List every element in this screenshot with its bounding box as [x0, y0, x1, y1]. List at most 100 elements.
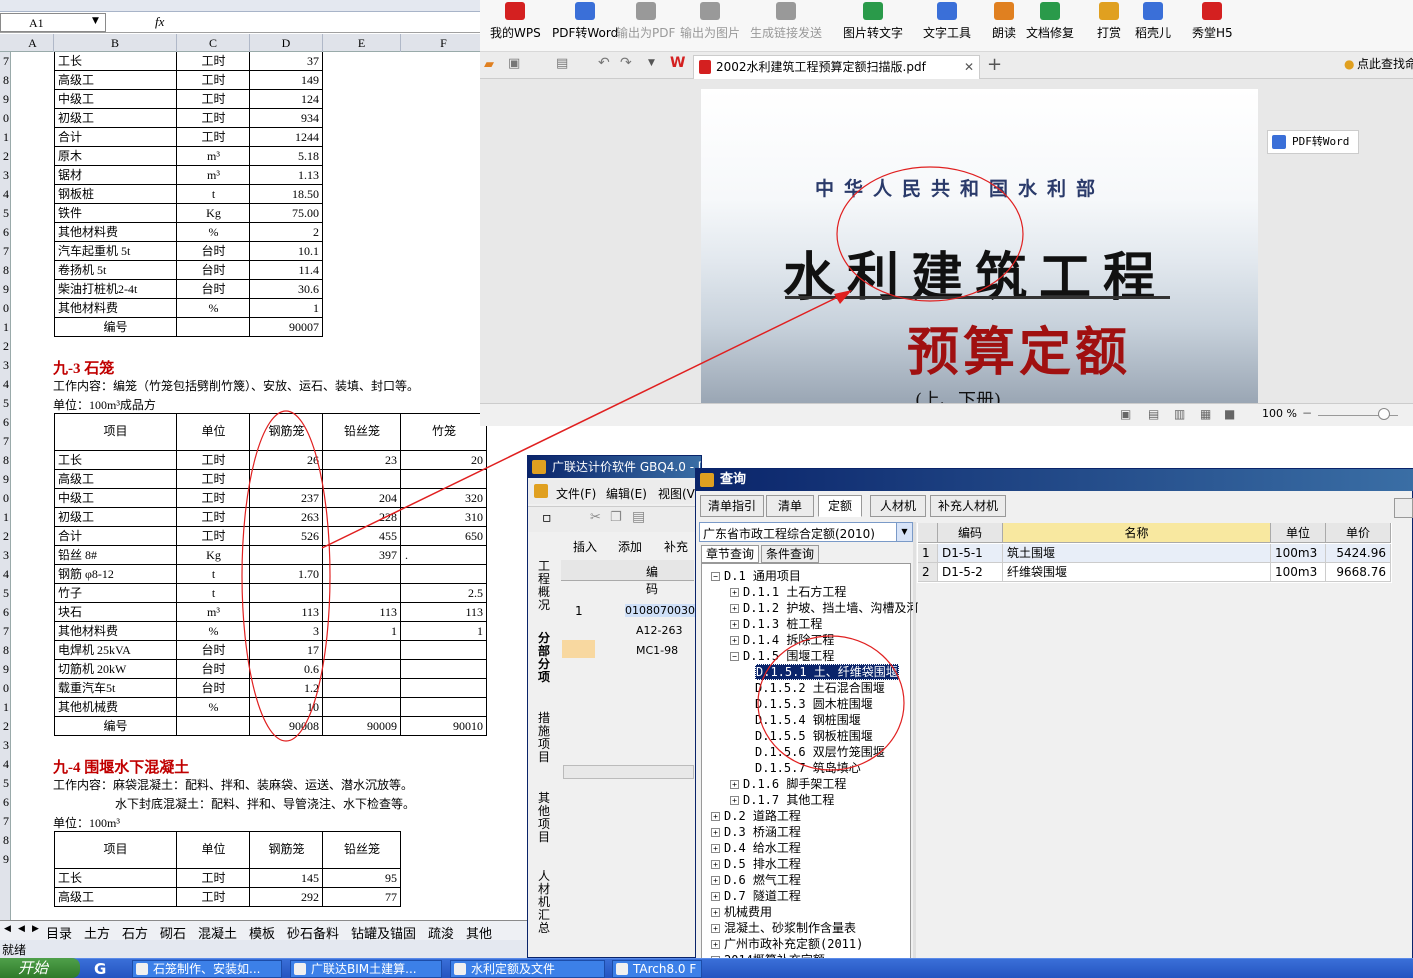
prev-sheet-icon[interactable]: ◀: [18, 923, 25, 934]
ribbon-button[interactable]: 文字工具: [923, 2, 971, 41]
table-cell[interactable]: 95: [323, 869, 401, 888]
grid-cell[interactable]: 1: [918, 544, 938, 563]
expand-icon[interactable]: +: [730, 620, 739, 629]
table-cell[interactable]: 1.13: [250, 166, 323, 185]
table-cell[interactable]: [250, 470, 323, 489]
table-cell[interactable]: [401, 660, 487, 679]
table-cell[interactable]: [250, 584, 323, 603]
table-cell[interactable]: 工时: [177, 508, 250, 527]
table-cell[interactable]: %: [177, 698, 250, 717]
next-sheet-icon[interactable]: ▶: [32, 923, 39, 934]
toolbar-button[interactable]: 补充: [664, 538, 688, 555]
vertical-tab[interactable]: 分部分项: [534, 632, 554, 684]
table-cell[interactable]: m³: [177, 603, 250, 622]
table-cell[interactable]: 397: [323, 546, 401, 565]
table-cell[interactable]: %: [177, 622, 250, 641]
grid-cell[interactable]: 9668.76: [1326, 563, 1391, 582]
toolbar-button[interactable]: 插入: [573, 538, 597, 555]
table-cell[interactable]: 高级工: [54, 71, 177, 90]
table-cell[interactable]: 工时: [177, 90, 250, 109]
table-cell[interactable]: [177, 318, 250, 337]
table-cell[interactable]: 10: [250, 698, 323, 717]
table-cell[interactable]: 工时: [177, 128, 250, 147]
table-cell[interactable]: [323, 660, 401, 679]
menu-item[interactable]: 视图(V): [658, 485, 700, 502]
table-cell[interactable]: 台时: [177, 261, 250, 280]
table-cell[interactable]: 1: [250, 299, 323, 318]
table-cell[interactable]: 26: [250, 451, 323, 470]
grid-cell[interactable]: D1-5-2: [938, 563, 1003, 582]
splitter[interactable]: [913, 522, 916, 962]
expand-icon[interactable]: +: [730, 796, 739, 805]
table-cell[interactable]: 90010: [401, 717, 487, 736]
vertical-tab[interactable]: 人材机汇总: [534, 870, 554, 935]
query-tab[interactable]: 补充人材机: [930, 495, 1006, 517]
table-cell[interactable]: 其他材料费: [54, 622, 177, 641]
table-cell[interactable]: [401, 470, 487, 489]
ribbon-button[interactable]: PDF转Word: [552, 2, 618, 41]
subtab[interactable]: 条件查询: [761, 545, 819, 563]
expand-icon[interactable]: +: [730, 636, 739, 645]
table-cell[interactable]: 1244: [250, 128, 323, 147]
taskbar-item[interactable]: 广联达BIM土建算...: [290, 960, 442, 978]
table-cell[interactable]: %: [177, 299, 250, 318]
tree-node[interactable]: + D.1.1 土石方工程: [730, 584, 846, 600]
table-cell[interactable]: 149: [250, 71, 323, 90]
table-cell[interactable]: 113: [250, 603, 323, 622]
open-folder-icon[interactable]: ▰: [484, 57, 494, 72]
tree-node[interactable]: D.1.5.2 土石混合围堰: [749, 680, 885, 696]
table-cell[interactable]: [323, 679, 401, 698]
query-tab[interactable]: 定额: [818, 495, 862, 517]
dialog-side-button[interactable]: [1394, 498, 1413, 518]
tree-node[interactable]: + D.1.7 其他工程: [730, 792, 834, 808]
table-cell[interactable]: [401, 565, 487, 584]
tree-node[interactable]: + D.1.2 护坡、挡土墙、沟槽及河: [730, 600, 918, 616]
table-cell[interactable]: m³: [177, 166, 250, 185]
table-cell[interactable]: 113: [323, 603, 401, 622]
first-sheet-icon[interactable]: ◀: [4, 923, 11, 934]
grid-cell[interactable]: 5424.96: [1326, 544, 1391, 563]
tree-node[interactable]: + D.1.4 拆除工程: [730, 632, 834, 648]
table-cell[interactable]: 11.4: [250, 261, 323, 280]
table-cell[interactable]: 竹子: [54, 584, 177, 603]
table-cell[interactable]: 292: [250, 888, 323, 907]
table-cell[interactable]: 75.00: [250, 204, 323, 223]
vertical-tab[interactable]: 工程概况: [534, 560, 554, 612]
tree-node[interactable]: + D.1.3 桩工程: [730, 616, 822, 632]
fit-page-icon[interactable]: ▣: [1120, 407, 1131, 421]
cut-icon[interactable]: ✂: [590, 510, 601, 525]
table-cell[interactable]: 编号: [54, 717, 177, 736]
table-cell[interactable]: 10.1: [250, 242, 323, 261]
read-mode-icon[interactable]: ▦: [1200, 407, 1211, 421]
taskbar-item[interactable]: 水利定额及文件: [450, 960, 605, 978]
table-cell[interactable]: 204: [323, 489, 401, 508]
new-doc-icon[interactable]: ▫: [542, 510, 552, 526]
table-cell[interactable]: 台时: [177, 641, 250, 660]
ribbon-button[interactable]: 输出为图片: [680, 2, 740, 41]
expand-icon[interactable]: +: [711, 924, 720, 933]
table-cell[interactable]: 卷扬机 5t: [54, 261, 177, 280]
table-cell[interactable]: 中级工: [54, 90, 177, 109]
ribbon-button[interactable]: 秀堂H5: [1192, 2, 1233, 41]
table-cell[interactable]: 310: [401, 508, 487, 527]
table-cell[interactable]: 台时: [177, 660, 250, 679]
table-cell[interactable]: 原木: [54, 147, 177, 166]
table-cell[interactable]: [323, 565, 401, 584]
subtab[interactable]: 章节查询: [701, 545, 759, 563]
tree-node[interactable]: D.1.5.6 双层竹笼围堰: [749, 744, 885, 760]
table-cell[interactable]: 其他材料费: [54, 299, 177, 318]
table-cell[interactable]: .: [401, 546, 487, 565]
table-cell[interactable]: 钢筋 φ8-12: [54, 565, 177, 584]
table-cell[interactable]: 2: [250, 223, 323, 242]
query-tab[interactable]: 清单: [766, 495, 814, 517]
table-cell[interactable]: 90008: [250, 717, 323, 736]
h-scrollbar[interactable]: [563, 765, 694, 779]
table-cell[interactable]: 工长: [54, 869, 177, 888]
query-tab[interactable]: 清单指引: [700, 495, 764, 517]
expand-icon[interactable]: +: [730, 604, 739, 613]
table-cell[interactable]: 初级工: [54, 508, 177, 527]
table-cell[interactable]: 台时: [177, 679, 250, 698]
tree-node[interactable]: D.1.5.5 钢板桩围堰: [749, 728, 873, 744]
chevron-down-icon[interactable]: ▼: [896, 523, 912, 541]
menu-item[interactable]: 编辑(E): [606, 485, 647, 502]
